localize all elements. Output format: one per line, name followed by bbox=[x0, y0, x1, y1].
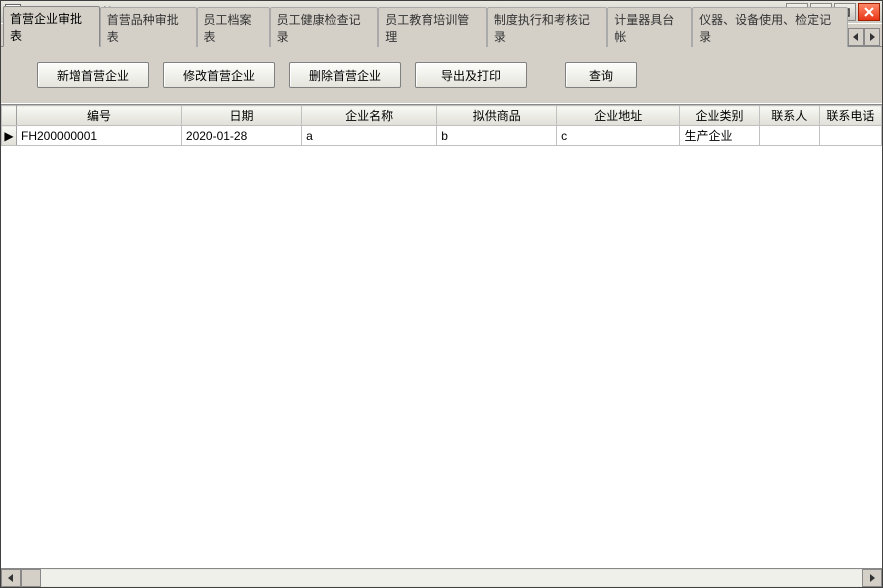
close-button[interactable] bbox=[858, 3, 880, 21]
cell-type[interactable]: 生产企业 bbox=[680, 126, 759, 146]
cell-id[interactable]: FH200000001 bbox=[17, 126, 182, 146]
table-row[interactable]: ▶ FH200000001 2020-01-28 a b c 生产企业 bbox=[2, 126, 882, 146]
grid-corner bbox=[2, 106, 17, 126]
col-name[interactable]: 企业名称 bbox=[302, 106, 437, 126]
tab-first-variety[interactable]: 首营品种审批表 bbox=[100, 7, 197, 47]
grid-empty-area bbox=[1, 146, 882, 568]
tab-strip: 首营企业审批表 首营品种审批表 员工档案表 员工健康检查记录 员工教育培训管理 … bbox=[1, 24, 882, 47]
scroll-right-icon[interactable] bbox=[862, 569, 882, 587]
tab-scroll-left-icon[interactable] bbox=[848, 28, 864, 46]
col-id[interactable]: 编号 bbox=[17, 106, 182, 126]
delete-button[interactable]: 删除首营企业 bbox=[289, 62, 401, 88]
cell-addr[interactable]: c bbox=[557, 126, 680, 146]
edit-button[interactable]: 修改首营企业 bbox=[163, 62, 275, 88]
col-goods[interactable]: 拟供商品 bbox=[437, 106, 557, 126]
query-button[interactable]: 查询 bbox=[565, 62, 637, 88]
export-button[interactable]: 导出及打印 bbox=[415, 62, 527, 88]
data-grid: 编号 日期 企业名称 拟供商品 企业地址 企业类别 联系人 联系电话 ▶ FH2… bbox=[1, 104, 882, 568]
tab-scroll-arrows bbox=[848, 28, 882, 46]
col-contact[interactable]: 联系人 bbox=[759, 106, 819, 126]
col-phone[interactable]: 联系电话 bbox=[819, 106, 881, 126]
col-type[interactable]: 企业类别 bbox=[680, 106, 759, 126]
tab-measure-ledger[interactable]: 计量器具台帐 bbox=[607, 7, 692, 47]
row-marker-icon: ▶ bbox=[2, 126, 17, 146]
cell-phone[interactable] bbox=[819, 126, 881, 146]
app-window: ▭ GSP管理(检查管理) 首营企业审批表 首营品种审批表 员工档案表 员工健康… bbox=[0, 0, 883, 588]
cell-contact[interactable] bbox=[759, 126, 819, 146]
horizontal-scrollbar[interactable] bbox=[1, 568, 882, 587]
cell-goods[interactable]: b bbox=[437, 126, 557, 146]
col-addr[interactable]: 企业地址 bbox=[557, 106, 680, 126]
toolbar: 新增首营企业 修改首营企业 删除首营企业 导出及打印 查询 bbox=[1, 47, 882, 104]
scroll-thumb[interactable] bbox=[21, 569, 41, 587]
tab-health-check[interactable]: 员工健康检查记录 bbox=[270, 7, 379, 47]
scroll-track[interactable] bbox=[41, 570, 862, 586]
tab-scroll-right-icon[interactable] bbox=[864, 28, 880, 46]
tab-first-enterprise[interactable]: 首营企业审批表 bbox=[3, 6, 100, 47]
add-button[interactable]: 新增首营企业 bbox=[37, 62, 149, 88]
scroll-left-icon[interactable] bbox=[1, 569, 21, 587]
grid-header-row: 编号 日期 企业名称 拟供商品 企业地址 企业类别 联系人 联系电话 bbox=[2, 106, 882, 126]
grid-table[interactable]: 编号 日期 企业名称 拟供商品 企业地址 企业类别 联系人 联系电话 ▶ FH2… bbox=[1, 105, 882, 146]
tab-training[interactable]: 员工教育培训管理 bbox=[378, 7, 487, 47]
tab-equipment-record[interactable]: 仪器、设备使用、检定记录 bbox=[692, 7, 848, 47]
tab-staff-files[interactable]: 员工档案表 bbox=[197, 7, 270, 47]
cell-name[interactable]: a bbox=[302, 126, 437, 146]
tab-system-assess[interactable]: 制度执行和考核记录 bbox=[487, 7, 607, 47]
cell-date[interactable]: 2020-01-28 bbox=[181, 126, 301, 146]
col-date[interactable]: 日期 bbox=[181, 106, 301, 126]
